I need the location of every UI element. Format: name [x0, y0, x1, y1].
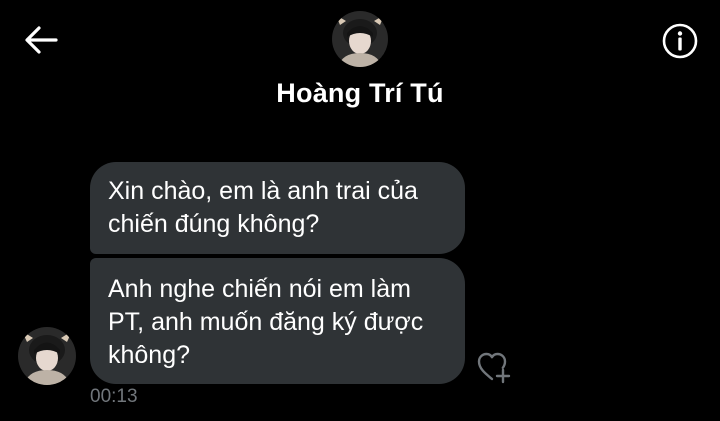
heart-plus-icon — [477, 352, 511, 384]
message-timestamp: 00:13 — [90, 386, 138, 407]
info-circle-icon — [662, 23, 698, 59]
arrow-left-icon — [25, 26, 58, 54]
add-reaction-button[interactable] — [476, 350, 514, 384]
back-button[interactable] — [22, 22, 60, 58]
message-bubble[interactable]: Xin chào, em là anh trai của chiến đúng … — [90, 162, 465, 254]
conversation-info-button[interactable] — [661, 22, 699, 60]
contact-avatar-image — [332, 11, 388, 67]
contact-avatar[interactable] — [332, 11, 388, 67]
sender-avatar[interactable] — [18, 327, 76, 385]
contact-name[interactable]: Hoàng Trí Tú — [0, 78, 720, 109]
sender-avatar-image — [18, 327, 76, 385]
message-bubble[interactable]: Anh nghe chiến nói em làm PT, anh muốn đ… — [90, 258, 465, 384]
